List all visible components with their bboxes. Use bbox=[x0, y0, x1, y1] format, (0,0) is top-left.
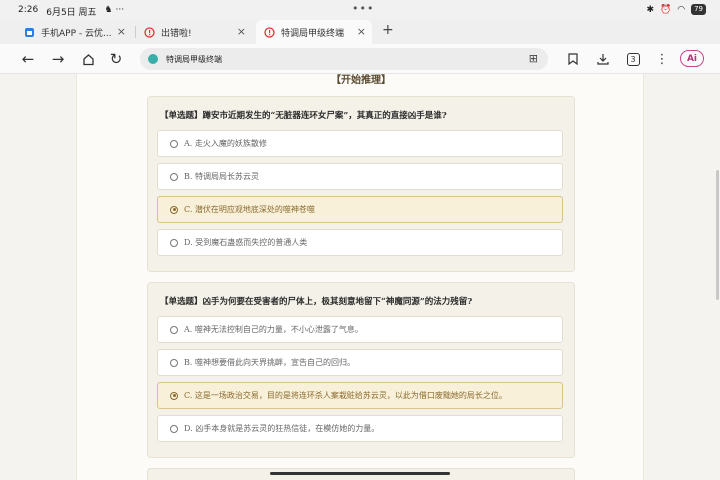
answer-option-selected[interactable]: C. 潜伏在明应观地底深处的噬神苍噬 bbox=[157, 196, 563, 223]
question-card: 【单选题】凶手为何要在受害者的尸体上，极其刻意地留下“神魔同源”的法力残留? A… bbox=[147, 282, 575, 458]
download-icon[interactable] bbox=[593, 49, 613, 69]
security-shield-icon bbox=[148, 54, 158, 64]
radio-icon[interactable] bbox=[170, 139, 178, 148]
tab-close-icon[interactable]: × bbox=[237, 25, 246, 38]
option-label: D. 凶手本身就是苏云灵的狂热信徒，在模仿她的力量。 bbox=[184, 424, 380, 433]
radio-checked-icon[interactable] bbox=[170, 205, 178, 214]
answer-option[interactable]: A. 噬神无法控制自己的力量，不小心泄露了气息。 bbox=[157, 316, 563, 343]
tab-close-icon[interactable]: × bbox=[117, 25, 126, 38]
option-label: D. 受到魔石蛊惑而失控的普通人类 bbox=[184, 238, 308, 247]
bluetooth-icon: ✱ bbox=[646, 4, 654, 15]
radio-icon[interactable] bbox=[170, 172, 178, 181]
more-menu-icon[interactable]: ⋮ bbox=[652, 49, 672, 69]
radio-checked-icon[interactable] bbox=[170, 391, 178, 400]
multitask-dots[interactable]: ••• bbox=[352, 2, 374, 15]
status-time: 2:26 bbox=[18, 5, 39, 15]
answer-option[interactable]: B. 噬神想要借此向天界挑衅，宣告自己的回归。 bbox=[157, 349, 563, 376]
status-date: 6月5日 周五 bbox=[46, 8, 97, 18]
ai-assistant-button[interactable]: Ai bbox=[680, 50, 704, 67]
option-label: C. 潜伏在明应观地底深处的噬神苍噬 bbox=[184, 205, 315, 214]
home-indicator[interactable] bbox=[270, 472, 450, 475]
notification-icon: ♞ ··· bbox=[104, 5, 125, 15]
new-tab-button[interactable]: + bbox=[382, 22, 394, 38]
status-bar: 2:26 6月5日 周五 ♞ ··· ••• ✱ ⏰ ◠ 79 bbox=[0, 0, 720, 20]
tab-switcher-button[interactable]: 3 bbox=[623, 49, 643, 69]
page-header: 【开始推理】 bbox=[331, 75, 391, 86]
tab-close-icon[interactable]: × bbox=[357, 25, 366, 38]
question-title: 【单选题】凶手为何要在受害者的尸体上，极其刻意地留下“神魔同源”的法力残留? bbox=[160, 297, 473, 307]
question-title: 【单选题】蹲安市近期发生的“无脏器连环女尸案”，其真正的直接凶手是谁? bbox=[160, 111, 447, 121]
battery-indicator: 79 bbox=[691, 4, 706, 15]
answer-option[interactable]: A. 走火入魔的妖族散修 bbox=[157, 130, 563, 157]
option-label: A. 噬神无法控制自己的力量，不小心泄露了气息。 bbox=[184, 325, 363, 334]
tab-count: 3 bbox=[626, 52, 640, 66]
tab-error[interactable]: 出错啦! × bbox=[136, 20, 252, 44]
tab-terminal[interactable]: 特调局甲级终端 × bbox=[256, 20, 372, 44]
error-favicon-icon bbox=[144, 26, 155, 38]
bookmark-add-icon[interactable]: ⊞ bbox=[529, 52, 538, 65]
option-label: A. 走火入魔的妖族散修 bbox=[184, 139, 267, 148]
tab-label: 出错啦! bbox=[161, 28, 192, 39]
wifi-icon: ◠ bbox=[677, 4, 686, 15]
radio-icon[interactable] bbox=[170, 325, 178, 334]
forward-icon[interactable]: → bbox=[48, 49, 68, 69]
radio-icon[interactable] bbox=[170, 358, 178, 367]
question-card: 【单选题】蹲安市近期发生的“无脏器连环女尸案”，其真正的直接凶手是谁? A. 走… bbox=[147, 96, 575, 272]
error-favicon-icon bbox=[264, 26, 275, 38]
tab-bar: 手机APP - 云优... × 出错啦! × 特调局甲级终端 × + bbox=[0, 20, 720, 44]
radio-icon[interactable] bbox=[170, 424, 178, 433]
browser-toolbar: ← → ↻ 特调局甲级终端 ⊞ 3 ⋮ Ai bbox=[0, 44, 720, 74]
address-bar[interactable]: 特调局甲级终端 ⊞ bbox=[140, 48, 548, 70]
answer-option[interactable]: D. 凶手本身就是苏云灵的狂热信徒，在模仿她的力量。 bbox=[157, 415, 563, 442]
quiz-page: 【开始推理】 【单选题】蹲安市近期发生的“无脏器连环女尸案”，其真正的直接凶手是… bbox=[76, 74, 644, 480]
answer-option[interactable]: D. 受到魔石蛊惑而失控的普通人类 bbox=[157, 229, 563, 256]
option-label: B. 特调局局长苏云灵 bbox=[184, 172, 259, 181]
alarm-icon: ⏰ bbox=[660, 4, 672, 15]
bookmark-icon[interactable] bbox=[563, 49, 583, 69]
url-text: 特调局甲级终端 bbox=[166, 54, 222, 64]
page-scrollbar[interactable] bbox=[716, 170, 719, 300]
tab-label: 手机APP - 云优... bbox=[41, 28, 112, 39]
app-favicon-icon bbox=[24, 27, 35, 38]
radio-icon[interactable] bbox=[170, 238, 178, 247]
tab-app[interactable]: 手机APP - 云优... × bbox=[16, 20, 132, 44]
answer-option-selected[interactable]: C. 这是一场政治交易，目的是将连环杀人案栽赃给苏云灵，以此为借口废黜她的局长之… bbox=[157, 382, 563, 409]
back-icon[interactable]: ← bbox=[18, 49, 38, 69]
tab-label: 特调局甲级终端 bbox=[281, 28, 345, 39]
option-label: C. 这是一场政治交易，目的是将连环杀人案栽赃给苏云灵，以此为借口废黜她的局长之… bbox=[184, 391, 507, 400]
answer-option[interactable]: B. 特调局局长苏云灵 bbox=[157, 163, 563, 190]
refresh-icon[interactable]: ↻ bbox=[106, 49, 126, 69]
home-icon[interactable] bbox=[78, 49, 98, 69]
option-label: B. 噬神想要借此向天界挑衅，宣告自己的回归。 bbox=[184, 358, 355, 367]
